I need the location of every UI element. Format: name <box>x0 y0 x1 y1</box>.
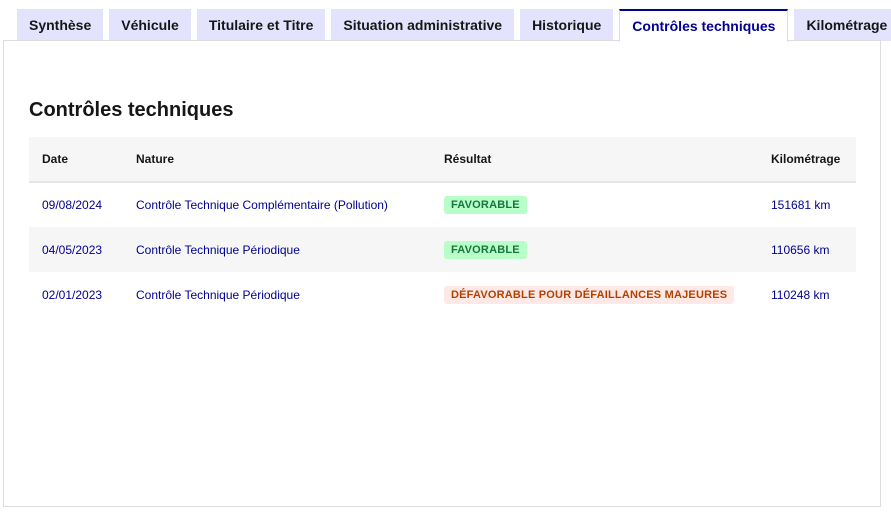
cell-date: 04/05/2023 <box>42 242 103 257</box>
status-badge: FAVORABLE <box>444 240 527 259</box>
tab-controles-techniques[interactable]: Contrôles techniques <box>619 9 789 42</box>
cell-nature: Contrôle Technique Périodique <box>136 242 300 257</box>
cell-result: FAVORABLE <box>431 227 758 272</box>
tab-bar: Synthèse Véhicule Titulaire et Titre Sit… <box>17 9 891 42</box>
section-title: Contrôles techniques <box>29 99 234 121</box>
column-header-nature: Nature <box>136 152 175 166</box>
page: Synthèse Véhicule Titulaire et Titre Sit… <box>0 0 891 522</box>
cell-nature: Contrôle Technique Périodique <box>136 287 300 302</box>
tab-situation-administrative[interactable]: Situation administrative <box>331 9 515 41</box>
cell-mileage: 110248 km <box>771 287 830 302</box>
status-badge: FAVORABLE <box>444 196 527 214</box>
cell-mileage: 110656 km <box>771 242 830 257</box>
cell-mileage: 151681 km <box>771 198 831 212</box>
controles-table: Date Nature Résultat Kilométrage 09/08/2… <box>29 137 856 317</box>
cell-date: 02/01/2023 <box>42 287 103 302</box>
tab-titulaire-et-titre[interactable]: Titulaire et Titre <box>196 9 326 41</box>
cell-result: FAVORABLE <box>431 182 758 227</box>
table-header-row: Date Nature Résultat Kilométrage <box>29 137 856 182</box>
status-badge: DÉFAVORABLE POUR DÉFAILLANCES MAJEURES <box>444 285 735 304</box>
cell-date: 09/08/2024 <box>42 198 103 212</box>
column-header-mileage: Kilométrage <box>771 152 841 166</box>
table-row: 04/05/2023 Contrôle Technique Périodique… <box>29 227 856 272</box>
tab-vehicule[interactable]: Véhicule <box>109 9 191 41</box>
cell-nature: Contrôle Technique Complémentaire (Pollu… <box>136 198 388 212</box>
tab-historique[interactable]: Historique <box>520 9 614 41</box>
tab-synthese[interactable]: Synthèse <box>17 9 104 41</box>
table-row: 02/01/2023 Contrôle Technique Périodique… <box>29 272 856 317</box>
column-header-date: Date <box>42 152 69 166</box>
column-header-result: Résultat <box>444 152 492 166</box>
table-row: 09/08/2024 Contrôle Technique Complément… <box>29 182 856 227</box>
tab-panel: Contrôles techniques Date Nature Résulta… <box>3 40 881 507</box>
cell-result: DÉFAVORABLE POUR DÉFAILLANCES MAJEURES <box>431 272 758 317</box>
tab-kilometrage[interactable]: Kilométrage <box>794 9 891 41</box>
